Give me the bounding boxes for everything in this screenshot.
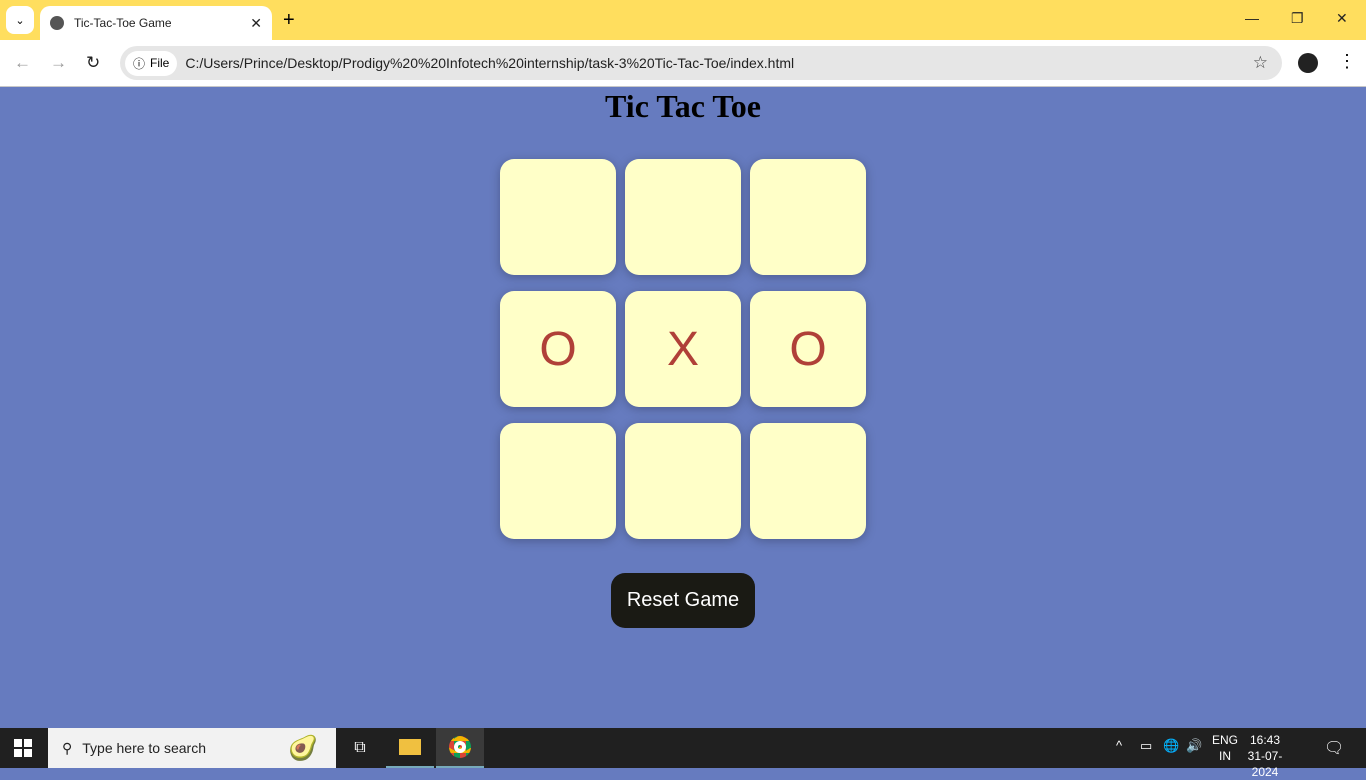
tab-search-button[interactable]: ⌄ — [6, 6, 34, 34]
file-explorer-icon[interactable] — [386, 728, 434, 768]
chip-label: File — [150, 56, 170, 70]
game-board: O X O — [500, 159, 866, 539]
board-cell[interactable]: O — [750, 291, 866, 407]
board-cell[interactable] — [500, 159, 616, 275]
globe-icon — [50, 16, 64, 30]
board-cell[interactable] — [750, 159, 866, 275]
time: 16:43 — [1249, 733, 1281, 747]
taskbar: ⚲ Type here to search 🥑 ⧉ ^ ▭ 🌐 🔊 ENG IN … — [0, 728, 1366, 779]
board-cell[interactable]: O — [500, 291, 616, 407]
profile-avatar[interactable] — [1298, 53, 1318, 73]
browser-tab[interactable]: Tic-Tac-Toe Game ✕ — [40, 6, 272, 40]
bookmark-star-icon[interactable]: ☆ — [1253, 53, 1268, 73]
reset-game-button[interactable]: Reset Game — [611, 573, 755, 628]
task-view-icon[interactable]: ⧉ — [336, 728, 384, 768]
network-icon[interactable]: 🌐 — [1163, 738, 1179, 754]
battery-icon[interactable]: ▭ — [1140, 738, 1152, 754]
info-icon: ⓘ — [133, 56, 146, 71]
new-tab-button[interactable]: + — [283, 9, 295, 32]
site-info-chip[interactable]: ⓘ File — [125, 50, 178, 76]
board-cell[interactable] — [750, 423, 866, 539]
forward-button[interactable]: → — [50, 53, 67, 73]
browser-titlebar: ⌄ Tic-Tac-Toe Game ✕ + — ❐ ✕ — [0, 0, 1366, 40]
board-cell[interactable]: X — [625, 291, 741, 407]
minimize-button[interactable]: — — [1245, 10, 1259, 26]
close-window-button[interactable]: ✕ — [1336, 10, 1348, 27]
close-tab-icon[interactable]: ✕ — [250, 15, 262, 32]
back-button[interactable]: ← — [14, 53, 31, 73]
url-text[interactable]: C:/Users/Prince/Desktop/Prodigy%20%20Inf… — [185, 55, 794, 71]
chrome-icon[interactable] — [436, 728, 484, 768]
board-cell[interactable] — [625, 423, 741, 539]
lang-region: IN — [1219, 749, 1231, 763]
tab-title: Tic-Tac-Toe Game — [74, 16, 172, 30]
search-icon: ⚲ — [62, 739, 73, 756]
browser-menu-icon[interactable]: ⋮ — [1338, 51, 1356, 72]
restore-button[interactable]: ❐ — [1291, 10, 1304, 27]
page-title: Tic Tac Toe — [605, 88, 761, 124]
address-bar[interactable]: ⓘ File C:/Users/Prince/Desktop/Prodigy%20… — [120, 46, 1282, 80]
language-indicator[interactable]: ENG IN — [1208, 732, 1242, 764]
taskbar-search[interactable]: ⚲ Type here to search 🥑 — [48, 728, 336, 768]
clock[interactable]: 16:43 31-07-2024 — [1240, 732, 1290, 780]
avocado-icon: 🥑 — [288, 734, 318, 762]
date: 31-07-2024 — [1247, 749, 1283, 779]
reload-button[interactable]: ↻ — [86, 53, 100, 73]
show-hidden-icons[interactable]: ^ — [1116, 738, 1122, 753]
volume-icon[interactable]: 🔊 — [1186, 738, 1202, 754]
search-placeholder: Type here to search — [82, 740, 207, 756]
windows-start-icon[interactable] — [14, 739, 32, 757]
board-cell[interactable] — [500, 423, 616, 539]
browser-toolbar: ← → ↻ ⓘ File C:/Users/Prince/Desktop/Prod… — [0, 40, 1366, 87]
notifications-icon[interactable]: 🗨 — [1324, 738, 1344, 758]
lang-code: ENG — [1211, 733, 1238, 747]
board-cell[interactable] — [625, 159, 741, 275]
